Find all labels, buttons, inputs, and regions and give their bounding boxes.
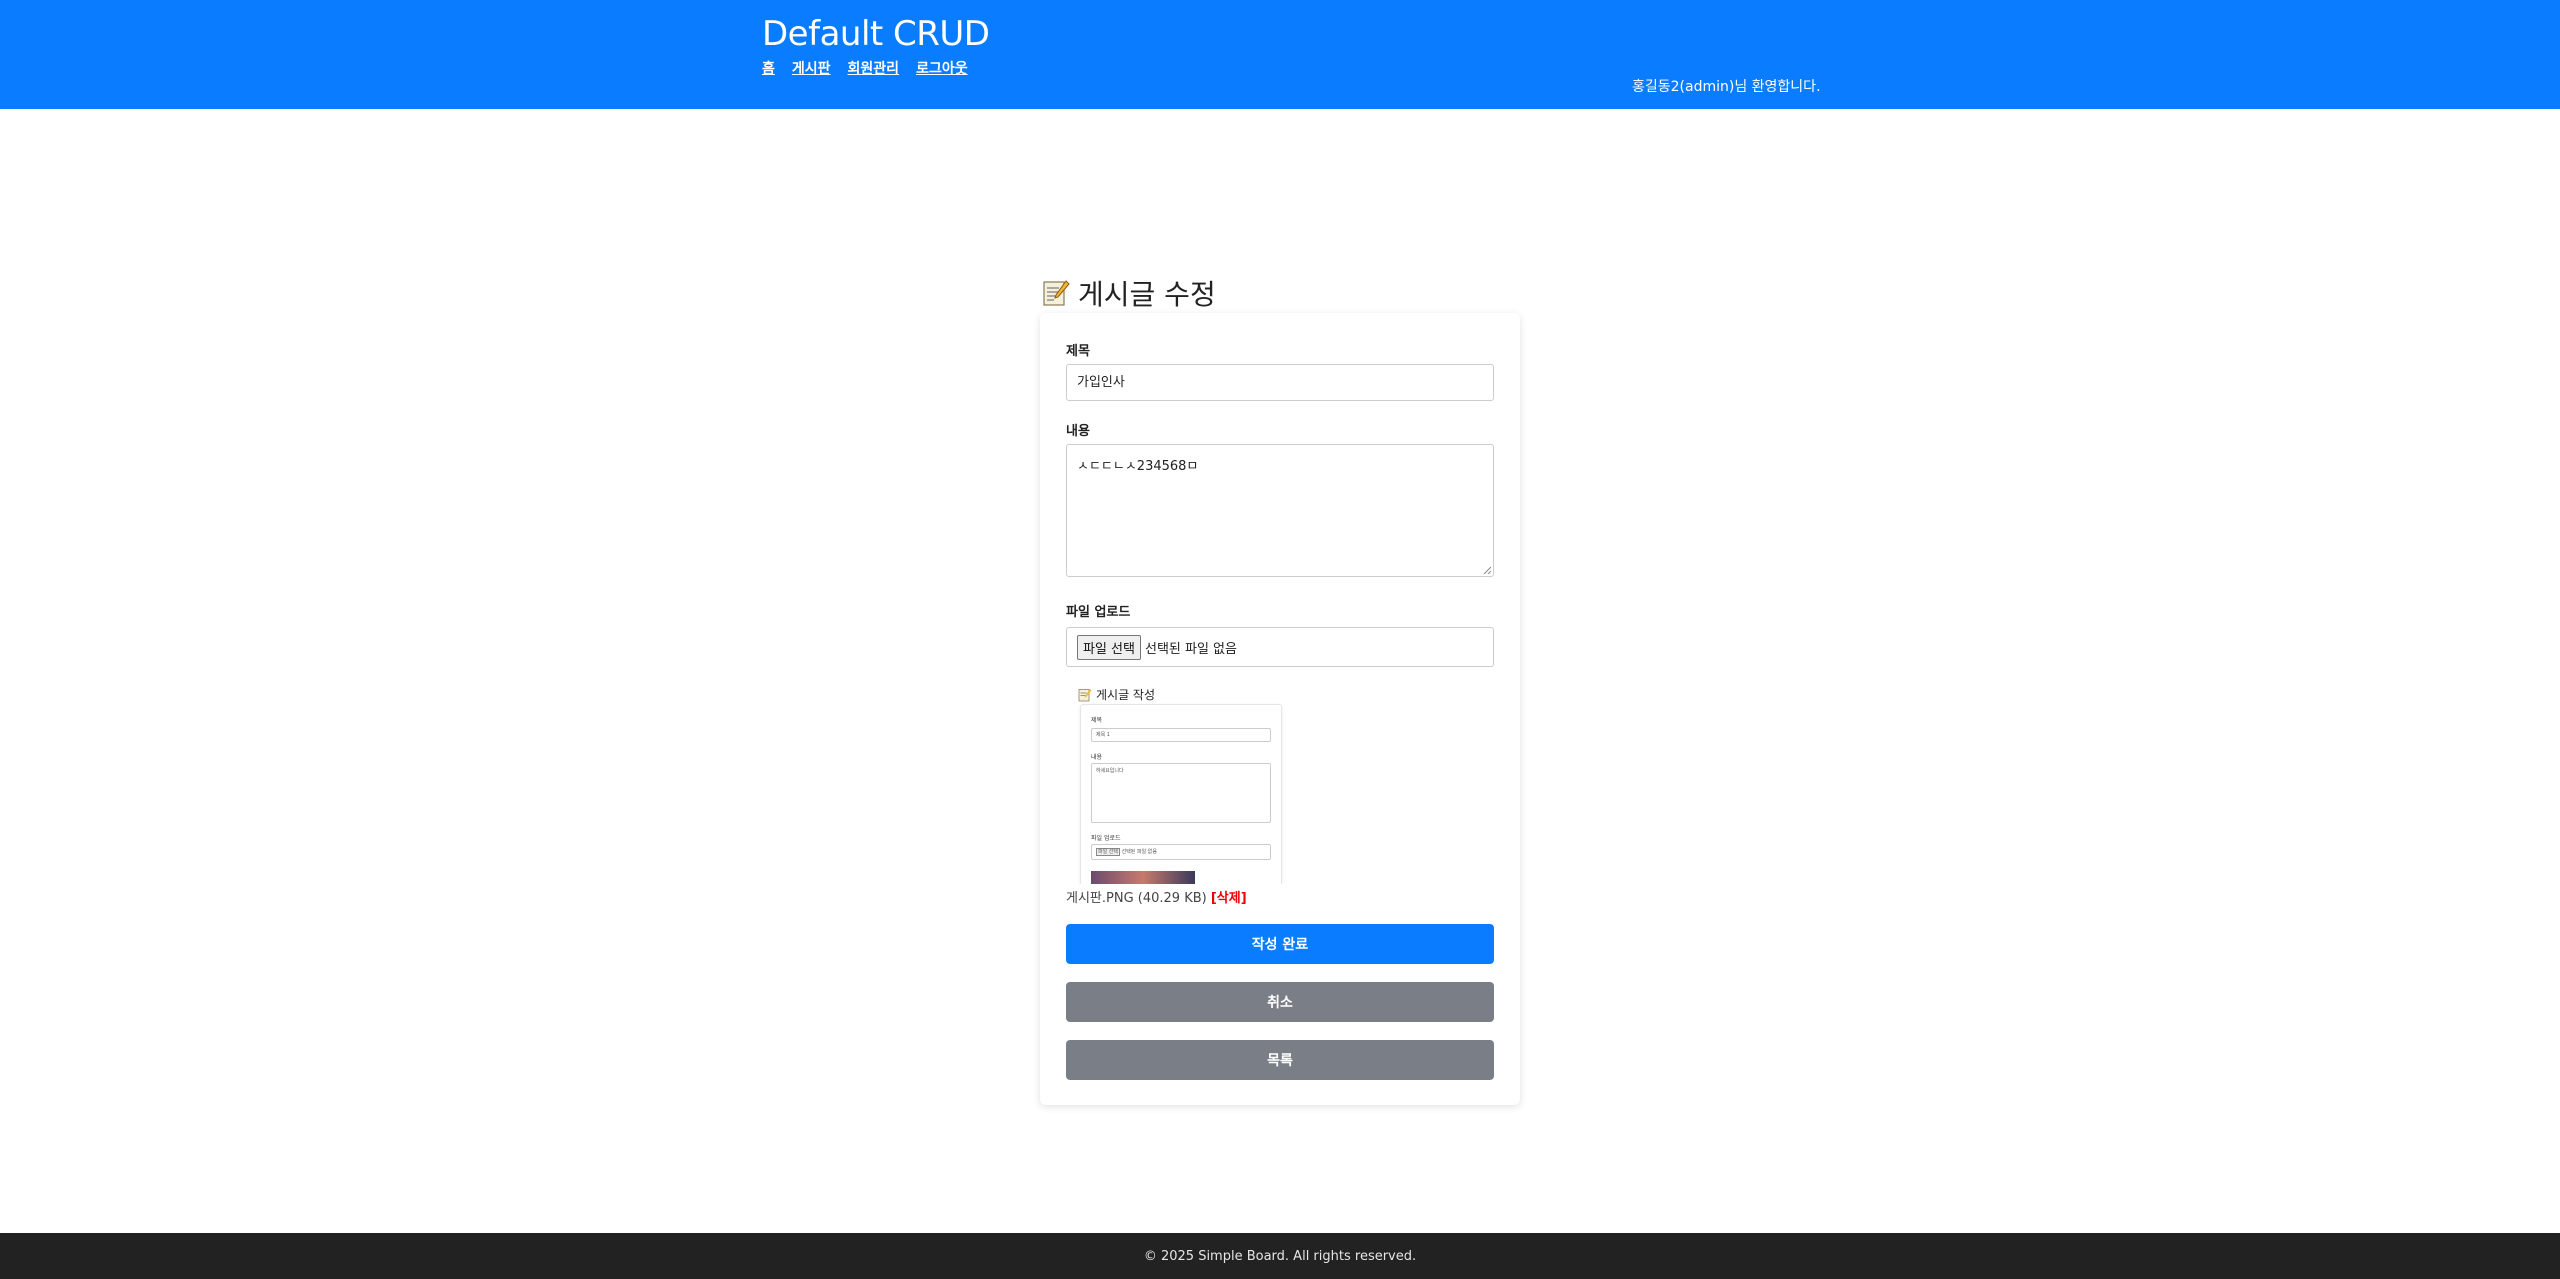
preview-title-label: 제목 — [1091, 717, 1103, 724]
preview-content-field: 하세요입니다 — [1091, 763, 1271, 823]
welcome-message: 홍길동2(admin)님 환영합니다. — [1632, 79, 1821, 95]
content-textarea[interactable]: ㅅㄷㄷㄴㅅ234568ㅁ — [1066, 444, 1494, 577]
preview-title-text: 게시글 작성 — [1096, 688, 1156, 702]
footer-copyright: © 2025 Simple Board. All rights reserved… — [1143, 1248, 1417, 1264]
content-label: 내용 — [1066, 424, 1090, 439]
preview-title-field: 제목 1 — [1091, 728, 1271, 742]
nav-board-link[interactable]: 게시판 — [792, 58, 831, 78]
site-header: Default CRUD 홈 게시판 회원관리 로그아웃 홍길동2(admin)… — [0, 0, 2560, 109]
page-title-text: 게시글 수정 — [1078, 278, 1216, 311]
delete-attachment-link[interactable]: [삭제] — [1211, 891, 1247, 906]
edit-post-form: 제목 가입인사 내용 ㅅㄷㄷㄴㅅ234568ㅁ 파일 업로드 파일 선택 선택된… — [1040, 313, 1520, 1105]
file-upload-label: 파일 업로드 — [1066, 605, 1131, 620]
preview-form: 제목 제목 1 내용 하세요입니다 파일 업로드 파일 선택 선택된 파일 없음 — [1080, 704, 1282, 884]
preview-title: 게시글 작성 — [1078, 686, 1155, 703]
attachment-filename: 게시판.PNG (40.29 KB) — [1066, 891, 1207, 906]
content-text: ㅅㄷㄷㄴㅅ234568ㅁ — [1077, 459, 1199, 474]
file-status-text: 선택된 파일 없음 — [1144, 641, 1237, 657]
preview-file-status: 선택된 파일 없음 — [1121, 849, 1157, 855]
title-label: 제목 — [1066, 344, 1090, 359]
nav-logout-link[interactable]: 로그아웃 — [916, 58, 968, 78]
submit-button[interactable]: 작성 완료 — [1066, 924, 1494, 964]
title-input[interactable]: 가입인사 — [1066, 364, 1494, 401]
attachment-info: 게시판.PNG (40.29 KB) [삭제] — [1066, 887, 1247, 906]
main-nav: 홈 게시판 회원관리 로그아웃 — [762, 58, 968, 78]
cancel-button[interactable]: 취소 — [1066, 982, 1494, 1022]
resize-grip-icon[interactable] — [1483, 566, 1491, 574]
memo-icon — [1078, 688, 1092, 701]
nav-members-link[interactable]: 회원관리 — [848, 58, 900, 78]
site-footer: © 2025 Simple Board. All rights reserved… — [0, 1233, 2560, 1279]
preview-thumbnail-image — [1091, 871, 1195, 884]
preview-content-label: 내용 — [1091, 754, 1103, 761]
preview-file-button: 파일 선택 — [1096, 848, 1120, 856]
nav-home-link[interactable]: 홈 — [762, 58, 775, 78]
list-button[interactable]: 목록 — [1066, 1040, 1494, 1080]
preview-file-label: 파일 업로드 — [1091, 835, 1121, 842]
preview-file-field: 파일 선택 선택된 파일 없음 — [1091, 844, 1271, 860]
page-title: 게시글 수정 — [1042, 273, 1216, 313]
file-upload-input[interactable]: 파일 선택 선택된 파일 없음 — [1066, 627, 1494, 667]
site-brand[interactable]: Default CRUD — [762, 9, 990, 59]
memo-icon — [1042, 279, 1070, 307]
choose-file-button[interactable]: 파일 선택 — [1077, 634, 1141, 660]
attachment-preview-image: 게시글 작성 제목 제목 1 내용 하세요입니다 파일 업로드 파일 선택 선택… — [1076, 684, 1286, 884]
